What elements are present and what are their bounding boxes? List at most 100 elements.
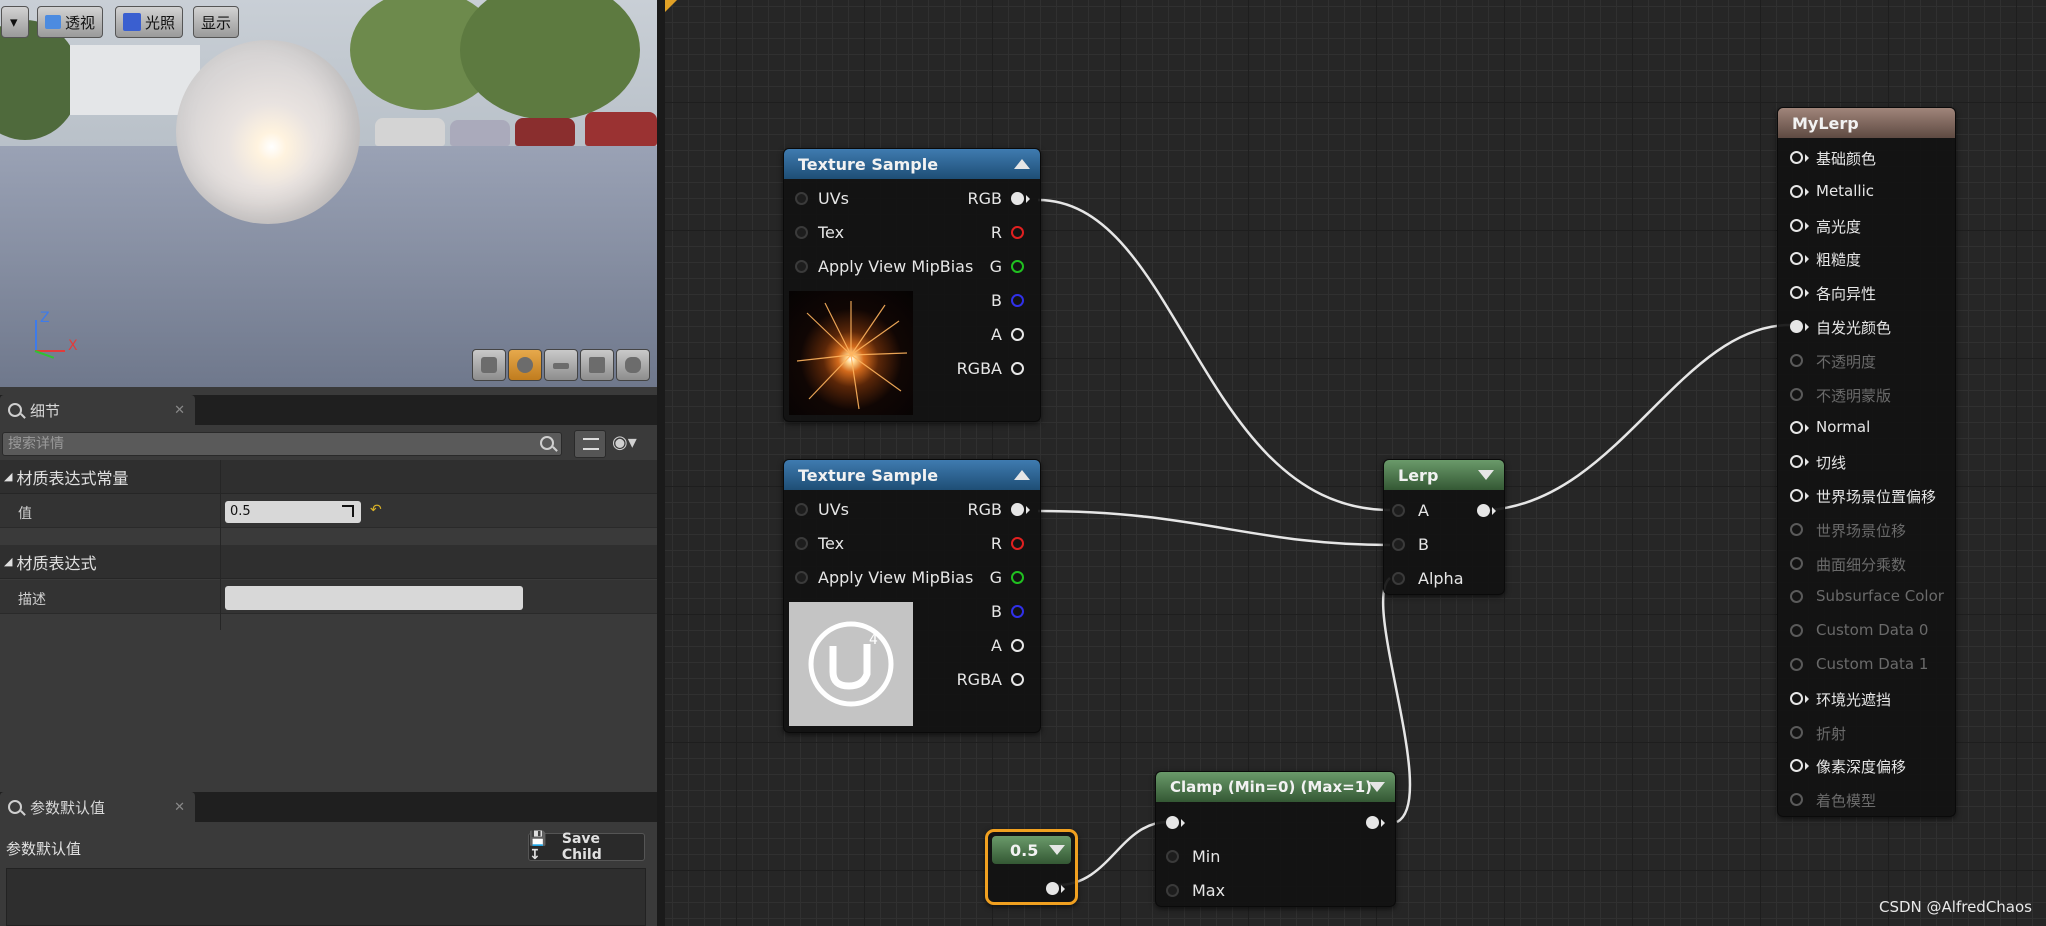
pin-arrow-icon	[1805, 154, 1809, 162]
input-pin-tex[interactable]	[795, 537, 808, 550]
output-pin-rgba[interactable]	[1011, 362, 1024, 375]
material-input-pin[interactable]	[1790, 184, 1803, 198]
input-pin-a[interactable]	[1392, 504, 1405, 517]
node-title: Lerp	[1398, 465, 1439, 485]
material-input-pin[interactable]	[1790, 489, 1803, 502]
output-pin-g[interactable]	[1011, 260, 1024, 273]
output-pin-value[interactable]	[1046, 882, 1059, 895]
output-pin-r[interactable]	[1011, 226, 1024, 239]
constant-node[interactable]: 0.5	[985, 829, 1078, 905]
material-input-pin[interactable]	[1790, 556, 1803, 570]
material-input-pin[interactable]	[1790, 151, 1803, 164]
material-input-pin[interactable]	[1790, 353, 1803, 367]
material-input-pin[interactable]	[1790, 691, 1803, 705]
input-pin-b[interactable]	[1392, 538, 1405, 551]
material-input-pin[interactable]	[1790, 387, 1803, 401]
material-input-label: 着色模型	[1816, 792, 1877, 811]
output-pin-b[interactable]	[1011, 294, 1024, 307]
material-input-label: Custom Data 0	[1816, 621, 1929, 640]
material-input-pin[interactable]	[1790, 658, 1803, 671]
material-input-pin[interactable]	[1790, 793, 1803, 807]
material-input-label: 切线	[1816, 454, 1847, 473]
pin-arrow-icon	[1805, 424, 1809, 433]
collapse-icon[interactable]	[1014, 470, 1030, 480]
output-pin-b[interactable]	[1011, 605, 1024, 618]
output-pin-r[interactable]	[1011, 537, 1024, 550]
material-input-pin[interactable]	[1790, 218, 1803, 232]
output-pin-g[interactable]	[1011, 571, 1024, 584]
pin-arrow-icon	[1805, 289, 1809, 298]
pin-arrow-icon	[1181, 819, 1185, 827]
pin-label-rgba: RGBA	[956, 670, 1002, 689]
collapse-icon[interactable]	[1369, 782, 1385, 792]
output-pin-a[interactable]	[1011, 639, 1024, 652]
material-input-label: Metallic	[1816, 181, 1874, 200]
pin-arrow-icon	[1805, 221, 1809, 230]
pin-label-b: B	[991, 602, 1002, 621]
texture-sample-node-1[interactable]: Texture Sample UVs Tex Apply View MipBia…	[783, 148, 1041, 422]
pin-label-alpha: Alpha	[1418, 569, 1464, 588]
pin-label-rgb: RGB	[967, 500, 1003, 519]
output-pin-rgba[interactable]	[1011, 673, 1024, 686]
collapse-icon[interactable]	[1478, 470, 1494, 480]
material-input-label: Custom Data 1	[1816, 655, 1929, 673]
input-pin-mipbias[interactable]	[795, 571, 808, 584]
input-pin-uvs[interactable]	[795, 192, 808, 205]
material-input-label: 粗糙度	[1816, 251, 1862, 270]
node-header[interactable]: MyLerp	[1778, 108, 1955, 138]
output-pin-a[interactable]	[1011, 328, 1024, 341]
pin-arrow-icon	[1805, 255, 1809, 264]
collapse-icon[interactable]	[1014, 159, 1030, 169]
output-pin-rgb[interactable]	[1011, 503, 1024, 516]
pin-label-mipbias: Apply View MipBias	[818, 568, 974, 587]
node-title: 0.5	[1010, 840, 1039, 860]
input-pin-value[interactable]	[1166, 816, 1179, 829]
material-input-label: Subsurface Color	[1816, 587, 1944, 606]
pin-arrow-icon	[1061, 885, 1065, 893]
mylerp-material-node[interactable]: MyLerp 基础颜色 Metallic 高光度 粗糙度 各向异性 自发光颜色 不透明度 不透…	[1777, 107, 1956, 817]
pin-arrow-icon	[1805, 492, 1809, 500]
node-header[interactable]: 0.5	[992, 836, 1071, 864]
node-title: MyLerp	[1792, 113, 1859, 133]
node-title: Clamp (Min=0) (Max=1)	[1170, 778, 1372, 796]
material-input-pin[interactable]	[1790, 252, 1803, 266]
pin-label-a: A	[991, 325, 1002, 344]
output-pin-rgb[interactable]	[1011, 192, 1024, 205]
node-header[interactable]: Lerp	[1384, 460, 1504, 490]
lerp-node[interactable]: Lerp A B Alpha	[1383, 459, 1505, 595]
input-pin-max[interactable]	[1166, 884, 1179, 897]
material-input-label: 不透明蒙版	[1816, 386, 1892, 405]
output-pin-result[interactable]	[1477, 504, 1490, 517]
input-pin-alpha[interactable]	[1392, 572, 1405, 585]
material-input-label: 世界场景位置偏移	[1816, 488, 1937, 506]
texture-sample-node-2[interactable]: Texture Sample UVs Tex Apply View MipBia…	[783, 459, 1041, 733]
output-pin-result[interactable]	[1366, 816, 1379, 829]
material-input-pin[interactable]	[1790, 421, 1803, 435]
material-input-label: 各向异性	[1816, 285, 1877, 304]
material-input-pin[interactable]	[1790, 522, 1803, 536]
collapse-icon[interactable]	[1049, 845, 1065, 855]
input-pin-mipbias[interactable]	[795, 260, 808, 273]
pin-arrow-icon	[1805, 458, 1809, 467]
input-pin-tex[interactable]	[795, 226, 808, 239]
material-input-label: 高光度	[1816, 217, 1862, 236]
clamp-node[interactable]: Clamp (Min=0) (Max=1) Min Max	[1155, 771, 1396, 907]
pin-label-b: B	[991, 291, 1002, 310]
material-input-pin[interactable]	[1790, 759, 1803, 773]
pin-label-g: G	[989, 257, 1002, 276]
material-input-pin[interactable]	[1790, 624, 1803, 638]
material-input-pin[interactable]	[1790, 455, 1803, 469]
node-header[interactable]: Texture Sample	[784, 460, 1040, 490]
input-pin-uvs[interactable]	[795, 503, 808, 516]
node-title: Texture Sample	[798, 465, 939, 485]
node-header[interactable]: Clamp (Min=0) (Max=1)	[1156, 772, 1395, 802]
material-input-label: 基础颜色	[1816, 150, 1877, 168]
input-pin-min[interactable]	[1166, 850, 1179, 863]
material-input-pin[interactable]	[1790, 286, 1803, 300]
node-header[interactable]: Texture Sample	[784, 149, 1040, 179]
material-input-label: 像素深度偏移	[1816, 758, 1907, 777]
material-input-pin[interactable]	[1790, 590, 1803, 604]
wire-lerp-to-emissive	[1489, 323, 1791, 512]
material-input-pin[interactable]	[1790, 725, 1803, 739]
material-input-pin[interactable]	[1790, 320, 1803, 333]
